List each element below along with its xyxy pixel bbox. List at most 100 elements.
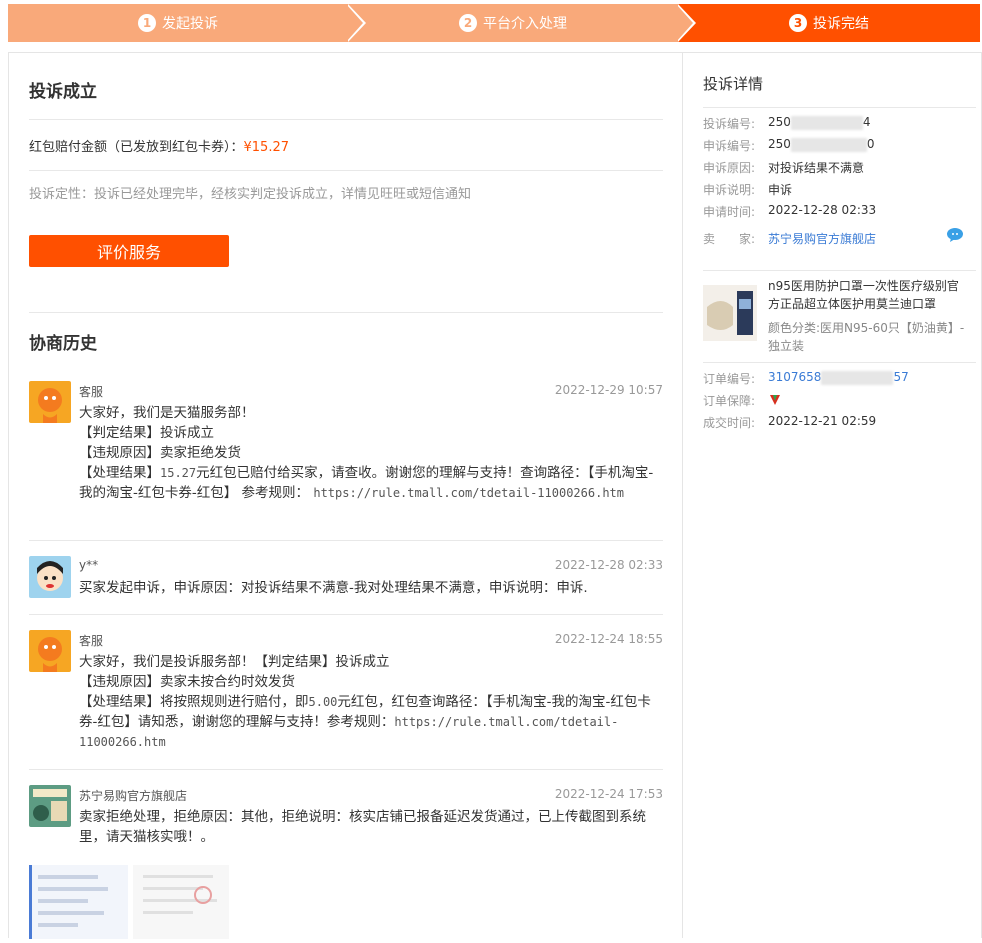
message-body: 卖家拒绝处理，拒绝原因：其他，拒绝说明：核实店铺已报备延迟发货通过，已上传截图到… [79, 809, 646, 845]
deal-time-row: 成交时间: 2022-12-21 02:59 [703, 414, 876, 431]
appeal-number-suffix: 0 [866, 137, 875, 151]
complaint-number-suffix: 4 [862, 115, 871, 129]
rule-link[interactable]: https://rule.tmall.com/tdetail-11000266.… [313, 486, 624, 500]
attachment-thumbnail[interactable] [133, 865, 229, 939]
field-label: 卖 家: [703, 232, 756, 246]
divider [29, 170, 663, 171]
order-number-prefix: 3107658 [768, 370, 822, 384]
message-author: 苏宁易购官方旗舰店 [79, 789, 188, 803]
message-text: 【处理结果】 [79, 465, 160, 481]
message-author: 客服 [79, 634, 104, 648]
appeal-desc-row: 申诉说明: 申诉 [703, 181, 792, 198]
message-time: 2022-12-28 02:33 [554, 558, 663, 572]
seller-avatar [29, 785, 71, 827]
field-label: 申请时间: [703, 205, 756, 219]
message-body: 大家好，我们是天猫服务部！ 【判定结果】投诉成立 【违规原因】卖家拒绝发货 【处… [79, 403, 663, 503]
appeal-reason: 对投诉结果不满意 [768, 161, 865, 175]
message-line: 【判定结果】投诉成立 [79, 425, 214, 441]
divider [29, 312, 663, 313]
apply-time-row: 申请时间: 2022-12-28 02:33 [703, 203, 876, 220]
divider [29, 540, 663, 541]
order-number-link[interactable]: 3107658 57 [768, 370, 909, 387]
guarantee-icon[interactable] [768, 392, 782, 409]
chat-icon[interactable] [947, 228, 963, 242]
field-label: 订单编号: [703, 372, 756, 386]
field-label: 订单保障: [703, 394, 756, 408]
history-message: 客服 2022-12-29 10:57 大家好，我们是天猫服务部！ 【判定结果】… [29, 381, 663, 531]
history-title: 协商历史 [29, 334, 97, 354]
product-image[interactable] [703, 285, 757, 341]
refund-amount: 红包赔付金额（已发放到红包卡券）：¥15.27 [29, 136, 289, 155]
message-time: 2022-12-29 10:57 [554, 383, 663, 397]
order-number-suffix: 57 [893, 370, 909, 384]
message-line: 【处理结果】将按照规则进行赔付，即5.00元红包，红包查询路径：【手机淘宝-我的… [79, 692, 663, 752]
result-panel: 投诉成立 红包赔付金额（已发放到红包卡券）：¥15.27 投诉定性：投诉已经处理… [8, 52, 683, 939]
divider [703, 107, 976, 108]
details-panel: 投诉详情 投诉编号: 250 4 申诉编号: 250 0 申诉原因: 对投诉结果不满… [683, 52, 982, 938]
message-author: y** [79, 558, 99, 572]
step-arrow [346, 4, 363, 42]
message-time: 2022-12-24 18:55 [554, 632, 663, 646]
step-complete: 3 投诉完结 [678, 4, 980, 42]
divider [703, 270, 976, 271]
refund-value: ¥15.27 [243, 140, 290, 155]
redaction [790, 137, 867, 152]
result-title: 投诉成立 [29, 82, 97, 102]
step-platform: 2 平台介入处理 [348, 4, 678, 42]
message-amount: 15.27 [160, 466, 197, 480]
message-author: 客服 [79, 385, 104, 399]
complaint-number-row: 投诉编号: 250 4 [703, 115, 871, 132]
message-body: 大家好，我们是投诉服务部！【判定结果】投诉成立 【违规原因】卖家未按合约时效发货… [79, 652, 663, 752]
step-label: 平台介入处理 [483, 16, 567, 32]
step-number: 3 [789, 14, 807, 32]
message-line: 【违规原因】卖家未按合约时效发货 [79, 674, 295, 690]
attachment-thumbnail[interactable] [29, 865, 128, 939]
step-number: 1 [138, 14, 156, 32]
message-body: 买家发起申诉，申诉原因：对投诉结果不满意-我对处理结果不满意，申诉说明：申诉. [79, 580, 588, 596]
complaint-number-prefix: 250 [768, 115, 791, 129]
apply-time: 2022-12-28 02:33 [768, 203, 877, 217]
field-label: 申诉编号: [703, 139, 756, 153]
refund-label: 红包赔付金额（已发放到红包卡券）： [29, 140, 244, 155]
field-label: 申诉原因: [703, 161, 756, 175]
service-avatar [29, 630, 71, 672]
appeal-desc: 申诉 [768, 183, 793, 197]
details-title: 投诉详情 [703, 75, 764, 93]
rate-service-button[interactable]: 评价服务 [29, 235, 229, 267]
field-label: 成交时间: [703, 416, 756, 430]
appeal-number-row: 申诉编号: 250 0 [703, 137, 875, 154]
order-number-row: 订单编号: 3107658 57 [703, 370, 909, 387]
divider [703, 362, 976, 363]
appeal-number: 250 0 [768, 137, 875, 154]
message-line: 【违规原因】卖家拒绝发货 [79, 445, 241, 461]
step-label: 发起投诉 [162, 16, 218, 32]
history-message: 苏宁易购官方旗舰店 2022-12-24 17:53 卖家拒绝处理，拒绝原因：其… [29, 785, 663, 855]
divider [29, 769, 663, 770]
buyer-avatar [29, 556, 71, 598]
field-label: 投诉编号: [703, 117, 756, 131]
appeal-reason-row: 申诉原因: 对投诉结果不满意 [703, 159, 864, 176]
service-avatar [29, 381, 71, 423]
message-line: 大家好，我们是天猫服务部！ [79, 405, 255, 421]
message-amount: 5.00 [308, 695, 338, 709]
product-spec: 颜色分类:医用N95-60只【奶油黄】-独立装 [768, 321, 965, 353]
progress-steps: 1 发起投诉 2 平台介入处理 3 投诉完结 [8, 4, 980, 42]
complaint-number: 250 4 [768, 115, 871, 132]
appeal-number-prefix: 250 [768, 137, 791, 151]
field-label: 申诉说明: [703, 183, 756, 197]
complaint-nature: 投诉定性：投诉已经处理完毕，经核实判定投诉成立，详情见旺旺或短信通知 [29, 187, 472, 202]
divider [29, 614, 663, 615]
message-line: 【处理结果】15.27元红包已赔付给买家，请查收。谢谢您的理解与支持！查询路径：… [79, 463, 663, 503]
product-title[interactable]: n95医用防护口罩一次性医疗级别官方正品超立体医护用莫兰迪口罩 [768, 277, 968, 313]
step-number: 2 [459, 14, 477, 32]
seller-link[interactable]: 苏宁易购官方旗舰店 [768, 230, 878, 248]
seller-row: 卖 家: 苏宁易购官方旗舰店 [703, 230, 878, 248]
message-time: 2022-12-24 17:53 [554, 787, 663, 801]
redaction [790, 115, 863, 130]
redaction [821, 370, 894, 385]
history-message: y** 2022-12-28 02:33 买家发起申诉，申诉原因：对投诉结果不满… [29, 556, 663, 606]
divider [29, 119, 663, 120]
order-guarantee-row: 订单保障: [703, 392, 782, 409]
history-message: 客服 2022-12-24 18:55 大家好，我们是投诉服务部！【判定结果】投… [29, 630, 663, 760]
step-initiate: 1 发起投诉 [8, 4, 348, 42]
